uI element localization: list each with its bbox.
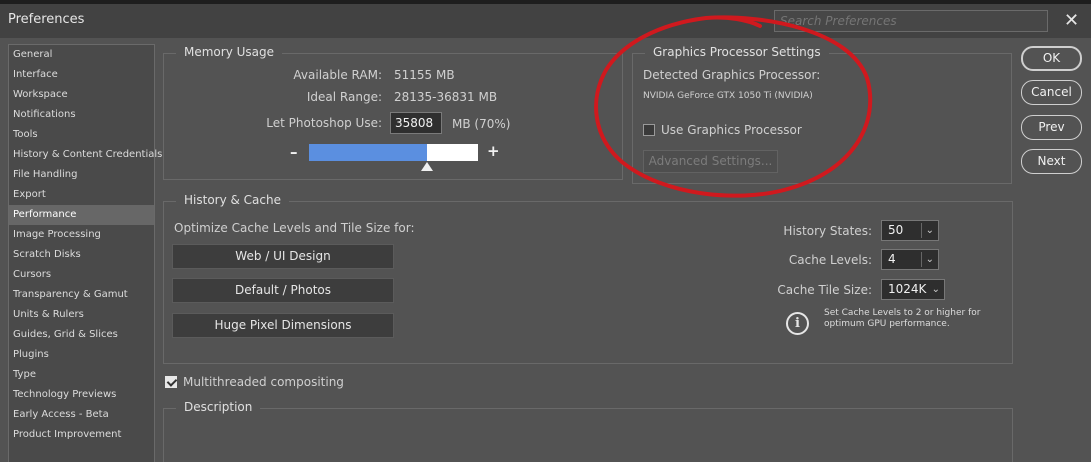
multithreaded-label: Multithreaded compositing (183, 375, 344, 389)
use-gpu-label: Use Graphics Processor (661, 123, 802, 137)
multithreaded-checkbox[interactable] (165, 376, 177, 388)
sidebar-item-history[interactable]: History & Content Credentials (9, 145, 162, 165)
description-group: Description (163, 400, 1013, 462)
sidebar-item-export[interactable]: Export (9, 185, 154, 205)
cache-tile-size-label: Cache Tile Size: (777, 283, 872, 297)
sidebar-item-technology-previews[interactable]: Technology Previews (9, 385, 154, 405)
sidebar-item-general[interactable]: General (9, 45, 154, 65)
ok-button[interactable]: OK (1021, 46, 1082, 71)
memory-usage-title: Memory Usage (176, 45, 283, 59)
history-states-select[interactable]: 50 ⌄ (881, 220, 939, 241)
web-ui-design-button[interactable]: Web / UI Design (172, 244, 394, 269)
chevron-down-icon: ⌄ (925, 225, 934, 236)
sidebar-item-plugins[interactable]: Plugins (9, 345, 154, 365)
available-ram-value: 51155 MB (394, 68, 455, 82)
memory-decrease-button[interactable]: – (290, 143, 298, 161)
memory-slider[interactable] (309, 144, 478, 161)
let-photoshop-use-label: Let Photoshop Use: (266, 116, 382, 130)
sidebar-item-file-handling[interactable]: File Handling (9, 165, 154, 185)
history-states-value: 50 (888, 223, 904, 237)
use-gpu-checkbox[interactable] (643, 124, 655, 136)
memory-unit-label: MB (70%) (452, 117, 511, 131)
memory-increase-button[interactable]: + (487, 142, 500, 160)
history-cache-title: History & Cache (176, 193, 289, 207)
sidebar: General Interface Workspace Notification… (8, 44, 162, 462)
optimize-cache-label: Optimize Cache Levels and Tile Size for: (174, 221, 415, 235)
select-divider (921, 252, 922, 267)
memory-amount-input[interactable] (390, 112, 442, 134)
huge-pixel-dimensions-button[interactable]: Huge Pixel Dimensions (172, 313, 394, 338)
sidebar-item-interface[interactable]: Interface (9, 65, 154, 85)
sidebar-item-image-processing[interactable]: Image Processing (9, 225, 154, 245)
sidebar-item-units[interactable]: Units & Rulers (9, 305, 154, 325)
ideal-range-label: Ideal Range: (306, 90, 382, 104)
chevron-down-icon: ⌄ (931, 284, 940, 295)
window-title: Preferences (8, 12, 85, 27)
memory-slider-handle[interactable] (421, 162, 434, 171)
advanced-settings-button[interactable]: Advanced Settings... (643, 150, 778, 173)
select-divider (921, 223, 922, 238)
sidebar-item-tools[interactable]: Tools (9, 125, 154, 145)
cache-tile-size-value: 1024K (888, 282, 927, 296)
history-states-label: History States: (783, 224, 872, 238)
cache-info-text: Set Cache Levels to 2 or higher for opti… (824, 308, 981, 329)
sidebar-item-transparency[interactable]: Transparency & Gamut (9, 285, 154, 305)
description-title: Description (176, 400, 261, 414)
cache-tile-size-select[interactable]: 1024K ⌄ (881, 279, 945, 300)
sidebar-item-guides[interactable]: Guides, Grid & Slices (9, 325, 154, 345)
cache-levels-label: Cache Levels: (788, 253, 872, 267)
chevron-down-icon: ⌄ (925, 254, 934, 265)
memory-slider-fill (309, 144, 428, 161)
detected-gpu-value: NVIDIA GeForce GTX 1050 Ti (NVIDIA) (643, 91, 813, 101)
gpu-settings-title: Graphics Processor Settings (645, 45, 829, 59)
cache-levels-value: 4 (888, 252, 896, 266)
detected-gpu-label: Detected Graphics Processor: (643, 68, 821, 82)
available-ram-label: Available RAM: (293, 68, 382, 82)
sidebar-item-notifications[interactable]: Notifications (9, 105, 154, 125)
sidebar-item-early-access[interactable]: Early Access - Beta (9, 405, 154, 425)
close-icon[interactable]: ✕ (1064, 10, 1079, 31)
sidebar-item-workspace[interactable]: Workspace (9, 85, 154, 105)
title-bar: Preferences ✕ (0, 0, 1091, 38)
cache-levels-select[interactable]: 4 ⌄ (881, 249, 939, 270)
prev-button[interactable]: Prev (1021, 115, 1082, 140)
sidebar-item-cursors[interactable]: Cursors (9, 265, 154, 285)
ideal-range-value: 28135-36831 MB (394, 90, 498, 104)
cancel-button[interactable]: Cancel (1021, 80, 1082, 105)
sidebar-item-type[interactable]: Type (9, 365, 154, 385)
default-photos-button[interactable]: Default / Photos (172, 278, 394, 303)
sidebar-item-performance[interactable]: Performance (9, 205, 154, 225)
next-button[interactable]: Next (1021, 149, 1082, 174)
search-input[interactable] (774, 10, 1048, 32)
sidebar-item-scratch-disks[interactable]: Scratch Disks (9, 245, 154, 265)
info-icon: i (786, 312, 809, 335)
sidebar-item-product-improvement[interactable]: Product Improvement (9, 425, 154, 445)
